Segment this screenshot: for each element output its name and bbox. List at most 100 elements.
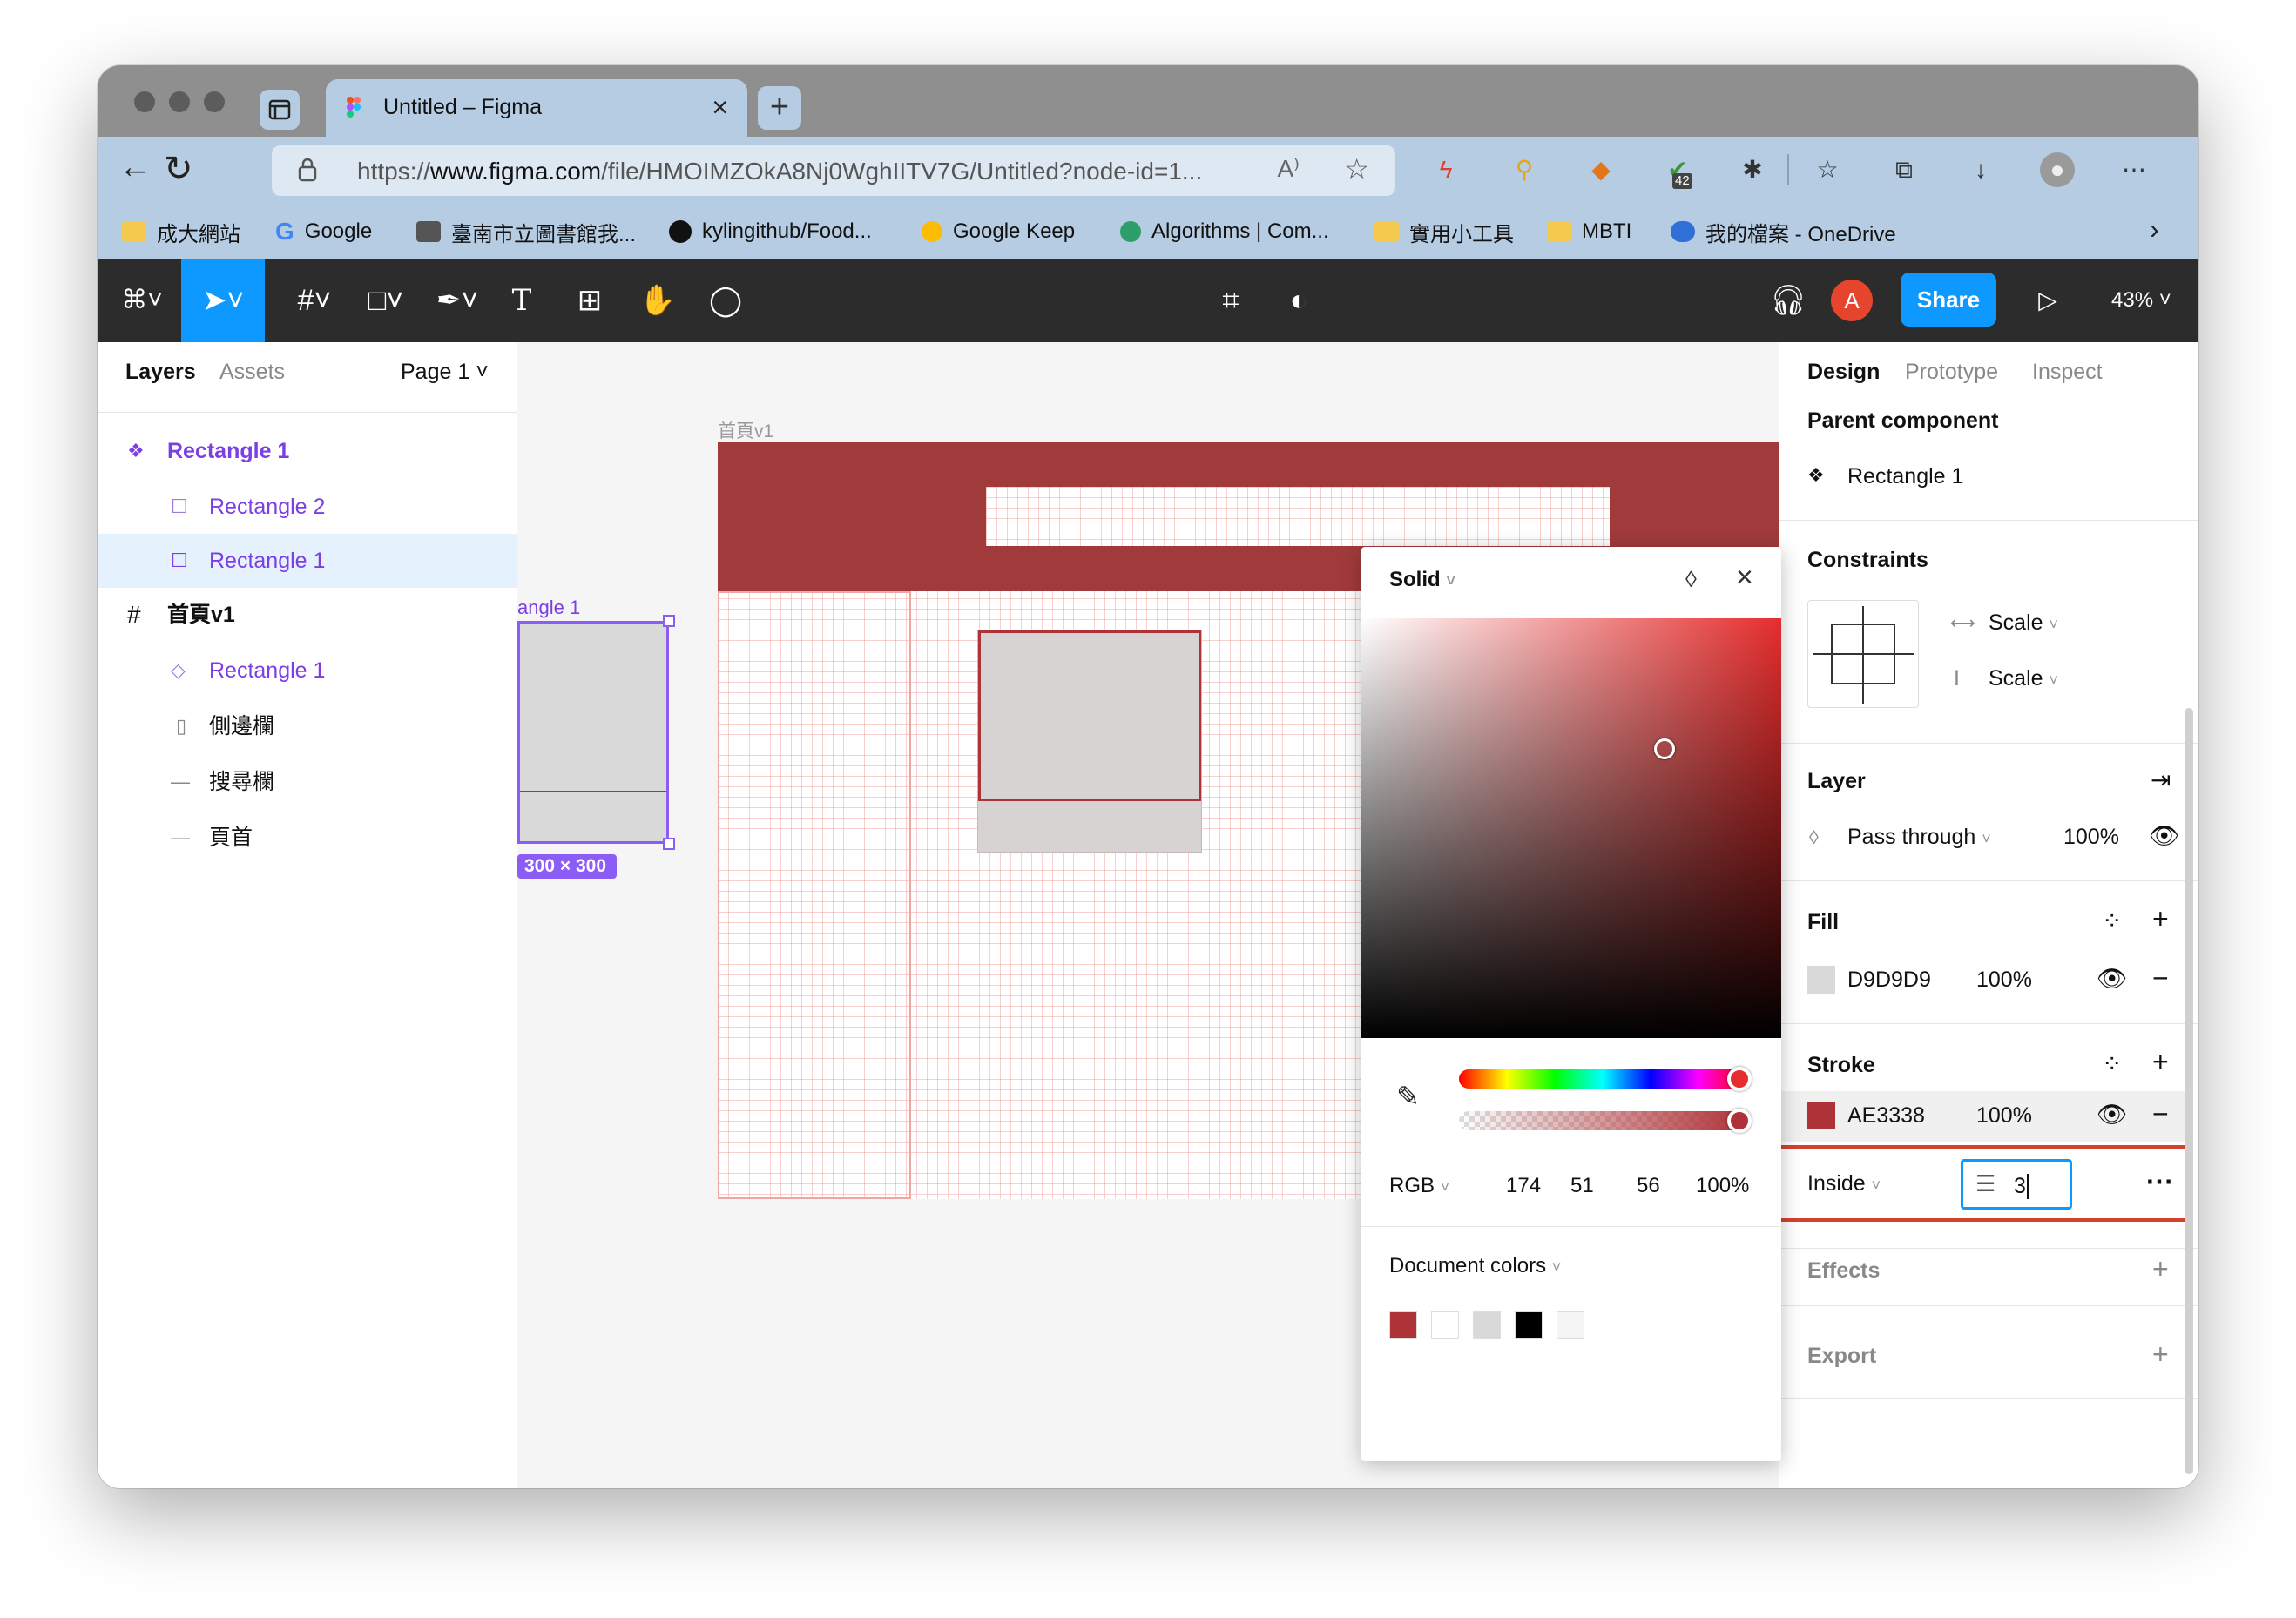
add-stroke-icon[interactable]: + <box>2152 1046 2169 1078</box>
remove-fill-icon[interactable]: − <box>2152 962 2169 994</box>
blend-mode-select[interactable]: Pass through ˅ <box>1847 825 1991 850</box>
share-button[interactable]: Share <box>1901 273 1996 327</box>
search-bar[interactable] <box>986 487 1610 546</box>
tab-assets[interactable]: Assets <box>219 360 285 385</box>
stroke-swatch[interactable] <box>1807 1102 1835 1129</box>
bookmark-item[interactable]: Algorithms | Com... <box>1120 217 1329 246</box>
styles-grid-icon[interactable]: ⁘ <box>2102 907 2122 935</box>
layer-row[interactable]: ☐ Rectangle 2 <box>98 480 517 534</box>
favorites-icon[interactable]: ☆ <box>1810 152 1845 187</box>
rectangle-1-instance[interactable] <box>977 630 1202 853</box>
layer-row[interactable]: ▯ 側邊欄 <box>98 699 517 753</box>
rectangle-tool-icon[interactable]: □˅ <box>355 276 416 325</box>
document-color-swatch[interactable] <box>1557 1311 1584 1339</box>
layer-row[interactable]: ❖ Rectangle 1 <box>98 424 517 478</box>
add-effect-icon[interactable]: + <box>2152 1253 2169 1285</box>
address-bar[interactable]: https://www.figma.com/file/HMOIMZOkA8Nj0… <box>272 145 1395 196</box>
remove-stroke-icon[interactable]: − <box>2152 1098 2169 1130</box>
resources-icon[interactable]: ⊞ <box>568 276 611 325</box>
zoom-menu[interactable]: 43% ˅ <box>2111 276 2171 325</box>
fill-hex-input[interactable]: D9D9D9 <box>1847 967 1931 993</box>
hue-thumb[interactable] <box>1727 1067 1752 1091</box>
go-to-main-icon[interactable]: ⇥ <box>2151 765 2171 794</box>
blend-drop-icon[interactable]: ◊ <box>1685 566 1697 593</box>
panel-scrollbar[interactable] <box>2185 708 2193 1474</box>
headphones-icon[interactable]: 🎧︎ <box>1766 276 1810 325</box>
back-arrow-icon[interactable]: ← <box>118 149 152 186</box>
hand-tool-icon[interactable]: ✋ <box>636 276 679 325</box>
minimize-window-button[interactable] <box>169 91 190 112</box>
hue-slider[interactable] <box>1459 1067 1752 1091</box>
color-cursor[interactable] <box>1654 738 1675 759</box>
stroke-position-select[interactable]: Inside ˅ <box>1807 1171 1881 1197</box>
eye-icon[interactable]: 👁︎ <box>2097 1100 2128 1129</box>
layer-opacity[interactable]: 100% <box>2063 825 2119 850</box>
tab-inspect[interactable]: Inspect <box>2032 360 2103 385</box>
more-menu-icon[interactable]: ⋯ <box>2117 152 2151 187</box>
pen-tool-icon[interactable]: ✒˅ <box>427 276 488 325</box>
green-input[interactable]: 51 <box>1570 1174 1594 1198</box>
horizontal-constraint-select[interactable]: Scale ˅ <box>1989 610 2058 636</box>
stroke-more-icon[interactable]: ⋯ <box>2145 1164 2173 1197</box>
document-colors-select[interactable]: Document colors ˅ <box>1389 1254 1561 1278</box>
parent-component-link[interactable]: Rectangle 1 <box>1847 464 1963 489</box>
red-input[interactable]: 174 <box>1506 1174 1541 1198</box>
tab-layers[interactable]: Layers <box>125 360 196 385</box>
eyedropper-icon[interactable]: ✎ <box>1396 1080 1420 1113</box>
extension-pin-icon[interactable]: ⚲ <box>1507 152 1542 187</box>
bookmark-item[interactable]: G Google <box>275 217 372 246</box>
resize-handle[interactable] <box>663 615 675 627</box>
bookmark-item[interactable]: 實用小工具 <box>1374 217 1514 246</box>
close-tab-icon[interactable]: × <box>712 91 728 124</box>
sidebar[interactable] <box>718 591 911 1199</box>
tab-actions-icon[interactable] <box>260 90 300 130</box>
stroke-opacity-input[interactable]: 100% <box>1976 1103 2032 1129</box>
tab-prototype[interactable]: Prototype <box>1905 360 1998 385</box>
saturation-value-area[interactable] <box>1361 618 1781 1038</box>
layer-row[interactable]: — 頁首 <box>98 811 517 865</box>
bookmark-item[interactable]: 我的檔案 - OneDrive <box>1671 217 1896 246</box>
present-play-icon[interactable]: ▷ <box>2026 276 2070 325</box>
bookmark-item[interactable]: 成大網站 <box>122 217 240 246</box>
close-window-button[interactable] <box>134 91 155 112</box>
styles-grid-icon[interactable]: ⁘ <box>2102 1049 2122 1078</box>
document-color-swatch[interactable] <box>1389 1311 1417 1339</box>
eye-icon[interactable]: 👁︎ <box>2149 821 2180 850</box>
extension-bolt-icon[interactable]: ϟ <box>1428 152 1463 187</box>
layer-row[interactable]: — 搜尋欄 <box>98 755 517 809</box>
alpha-thumb[interactable] <box>1727 1109 1752 1133</box>
text-tool-icon[interactable]: T <box>500 276 544 325</box>
add-favorite-icon[interactable]: ☆ <box>1344 152 1369 185</box>
profile-avatar-icon[interactable]: ● <box>2040 152 2075 187</box>
document-color-swatch[interactable] <box>1515 1311 1543 1339</box>
move-tool-icon[interactable]: ➤˅ <box>181 259 265 342</box>
layer-row-selected[interactable]: ☐ Rectangle 1 <box>98 534 517 588</box>
document-color-swatch[interactable] <box>1431 1311 1459 1339</box>
stroke-weight-input[interactable]: ☰ 3 <box>1961 1159 2072 1210</box>
extensions-puzzle-icon[interactable]: ✱ <box>1735 152 1770 187</box>
blue-input[interactable]: 56 <box>1637 1174 1660 1198</box>
close-icon[interactable]: × <box>1736 561 1753 595</box>
alpha-slider[interactable] <box>1459 1109 1752 1133</box>
color-model-select[interactable]: RGB ˅ <box>1389 1174 1449 1198</box>
add-fill-icon[interactable]: + <box>2152 903 2169 935</box>
alpha-input[interactable]: 100% <box>1696 1174 1749 1198</box>
bookmark-item[interactable]: MBTI <box>1547 217 1631 246</box>
eye-icon[interactable]: 👁︎ <box>2097 964 2128 993</box>
layer-row[interactable]: # 首頁v1 <box>98 588 517 642</box>
rectangle-2[interactable] <box>520 624 666 792</box>
add-export-icon[interactable]: + <box>2152 1338 2169 1371</box>
read-aloud-icon[interactable]: A⁾ <box>1277 154 1300 183</box>
fill-opacity-input[interactable]: 100% <box>1976 967 2032 993</box>
page-selector[interactable]: Page 1 ˅ <box>401 360 489 385</box>
stroke-hex-input[interactable]: AE3338 <box>1847 1103 1925 1129</box>
bookmark-item[interactable]: Google Keep <box>922 217 1075 246</box>
chevron-right-icon[interactable]: › <box>2150 213 2159 246</box>
collections-icon[interactable]: ⧉ <box>1887 152 1921 187</box>
figma-menu-icon[interactable]: ⌘˅ <box>111 276 172 325</box>
frame-label[interactable]: 首頁v1 <box>718 417 773 443</box>
bookmark-item[interactable]: 臺南市立圖書館我... <box>416 217 636 246</box>
tab-design[interactable]: Design <box>1807 360 1880 385</box>
new-tab-button[interactable]: + <box>758 86 801 130</box>
downloads-icon[interactable]: ↓ <box>1963 152 1998 187</box>
